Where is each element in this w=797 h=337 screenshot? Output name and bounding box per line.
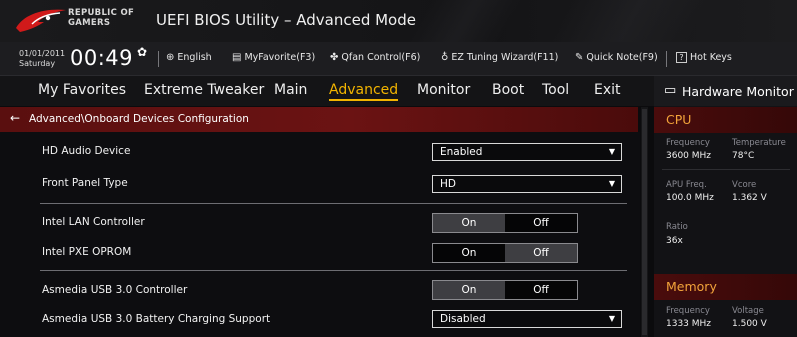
cpu-frequency-label: Frequency [666,138,710,148]
hardware-monitor-title: Hardware Monitor [682,84,794,99]
memory-frequency-label: Frequency [666,306,710,316]
intel-pxe-label: Intel PXE OPROM [42,246,132,258]
scrollbar[interactable] [641,107,648,337]
intel-lan-toggle[interactable]: On Off [432,213,578,233]
ratio-value: 36x [666,236,683,246]
asmedia-battery-value: Disabled [440,313,486,325]
memory-heading: Memory [666,279,717,294]
qfan-label: Qfan Control(F6) [341,52,421,63]
asmedia-usb3-off[interactable]: Off [505,281,577,299]
section-divider [40,203,627,204]
tab-tool[interactable]: Tool [542,82,569,98]
quick-note-label: Quick Note(F9) [586,52,658,63]
front-panel-label: Front Panel Type [42,177,128,189]
hardware-monitor-panel: ▭ Hardware Monitor CPU Frequency Tempera… [654,76,797,337]
title-decoration [407,0,523,42]
asmedia-battery-label: Asmedia USB 3.0 Battery Charging Support [42,313,271,325]
memory-voltage-label: Voltage [732,306,764,316]
ez-tuning-button[interactable]: ♁ EZ Tuning Wizard(F11) [441,52,558,66]
ratio-label: Ratio [666,222,688,232]
cpu-frequency-value: 3600 MHz [666,151,712,161]
section-divider [40,270,627,271]
date-display: 01/01/2011 Saturday [19,49,65,69]
tab-exit[interactable]: Exit [594,82,621,98]
myfavorite-button[interactable]: ▤ MyFavorite(F3) [232,52,315,66]
front-panel-select[interactable]: HD ▼ [432,175,622,193]
hot-keys-button[interactable]: ? Hot Keys [676,52,732,66]
memory-frequency-value: 1333 MHz [666,319,712,329]
clock: 00:49 [70,46,134,70]
intel-lan-on[interactable]: On [433,214,505,232]
front-panel-value: HD [440,178,456,190]
back-arrow-icon[interactable]: ← [10,111,20,125]
tab-boot[interactable]: Boot [492,82,524,98]
settings-panel: HD Audio Device Enabled ▼ Front Panel Ty… [0,132,640,337]
asmedia-battery-select[interactable]: Disabled ▼ [432,310,622,328]
language-button[interactable]: ⊕ English [166,52,212,66]
hd-audio-label: HD Audio Device [42,145,131,157]
asmedia-usb3-label: Asmedia USB 3.0 Controller [42,284,188,296]
tab-monitor[interactable]: Monitor [417,82,470,98]
day-text: Saturday [19,59,56,68]
language-label: English [177,52,212,63]
note-icon: ✎ [575,52,584,63]
divider [662,169,790,170]
memory-section-header: Memory [654,274,797,300]
quick-note-button[interactable]: ✎ Quick Note(F9) [575,52,658,66]
vcore-label: Vcore [732,180,757,190]
brand-text: REPUBLIC OF GAMERS [68,8,134,28]
intel-pxe-on[interactable]: On [433,244,505,262]
globe-icon: ⊕ [166,52,175,63]
apu-freq-value: 100.0 MHz [666,193,714,203]
help-key-icon: ? [676,52,687,63]
lightbulb-icon: ♁ [441,52,449,63]
myfavorite-label: MyFavorite(F3) [244,52,316,63]
memory-voltage-value: 1.500 V [732,319,767,329]
hd-audio-value: Enabled [440,146,483,158]
divider [158,51,159,67]
hd-audio-select[interactable]: Enabled ▼ [432,143,622,161]
asmedia-usb3-toggle[interactable]: On Off [432,280,578,300]
fan-icon: ✤ [330,52,339,63]
brand-line1: REPUBLIC OF [68,8,135,18]
cpu-temperature-value: 78°C [732,151,755,161]
asmedia-usb3-on[interactable]: On [433,281,505,299]
chevron-down-icon: ▼ [608,179,615,188]
app-title: UEFI BIOS Utility – Advanced Mode [156,11,416,29]
divider [666,51,667,67]
ez-tuning-label: EZ Tuning Wizard(F11) [451,52,559,63]
hot-keys-label: Hot Keys [690,52,732,63]
main-menu: My Favorites Extreme Tweaker Main Advanc… [0,76,654,106]
settings-gear-icon[interactable]: ✿ [137,45,147,59]
tab-main[interactable]: Main [274,82,307,98]
scrollbar-thumb[interactable] [642,109,647,335]
cpu-heading: CPU [666,112,692,127]
title-decoration [547,0,713,42]
title-bar: REPUBLIC OF GAMERS UEFI BIOS Utility – A… [0,0,797,42]
tab-my-favorites[interactable]: My Favorites [38,82,126,98]
apu-freq-label: APU Freq. [666,180,707,190]
hardware-monitor-header: ▭ Hardware Monitor [654,76,797,106]
date-text: 01/01/2011 [19,49,66,58]
intel-pxe-toggle[interactable]: On Off [432,243,578,263]
monitor-icon: ▭ [664,83,677,98]
intel-lan-off[interactable]: Off [505,214,577,232]
intel-lan-label: Intel LAN Controller [42,216,145,228]
tab-extreme-tweaker[interactable]: Extreme Tweaker [144,82,264,98]
intel-pxe-off[interactable]: Off [505,244,577,262]
vcore-value: 1.362 V [732,193,767,203]
chevron-down-icon: ▼ [608,314,615,323]
cpu-section-header: CPU [654,107,797,133]
tab-advanced[interactable]: Advanced [329,82,399,101]
rog-logo-icon [16,9,66,32]
brand-line2: GAMERS [68,18,111,28]
qfan-control-button[interactable]: ✤ Qfan Control(F6) [330,52,420,66]
breadcrumb-path: Advanced\Onboard Devices Configuration [29,113,249,125]
breadcrumb: ← Advanced\Onboard Devices Configuration [0,107,638,132]
favorite-list-icon: ▤ [232,52,242,63]
info-bar: 01/01/2011 Saturday 00:49 ✿ ⊕ English ▤ My… [0,42,797,76]
cpu-temperature-label: Temperature [732,138,786,148]
chevron-down-icon: ▼ [608,147,615,156]
